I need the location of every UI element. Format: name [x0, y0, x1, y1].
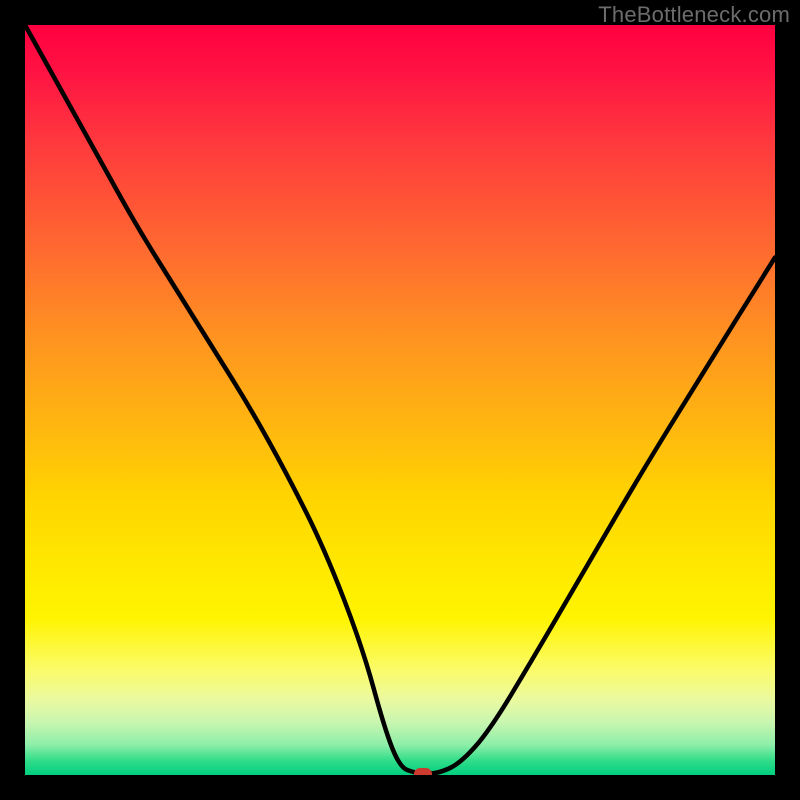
- bottleneck-curve: [25, 25, 775, 775]
- minimum-marker: [414, 768, 432, 776]
- plot-area: [25, 25, 775, 775]
- curve-path: [25, 25, 775, 774]
- watermark-text: TheBottleneck.com: [598, 2, 790, 28]
- chart-frame: TheBottleneck.com: [0, 0, 800, 800]
